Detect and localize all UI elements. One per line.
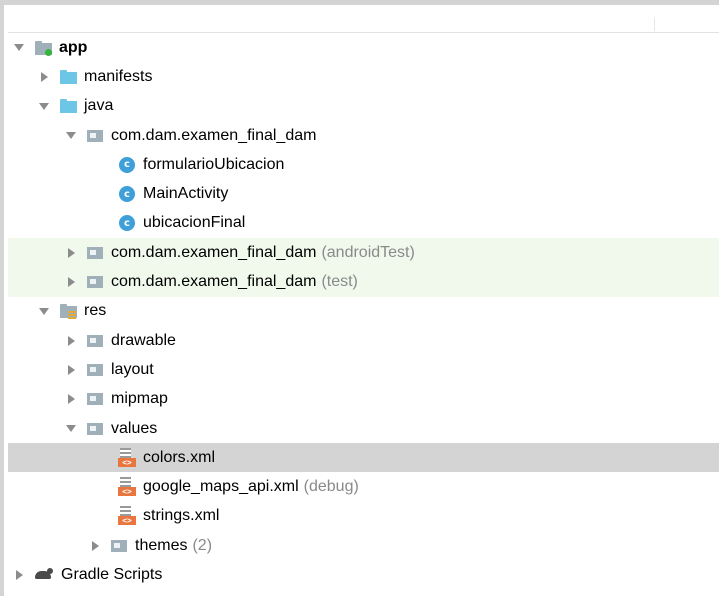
chevron-right-icon[interactable]	[90, 541, 100, 551]
tree-node-label: themes	[135, 536, 188, 554]
tree-node-label: com.dam.examen_final_dam	[111, 273, 317, 291]
tree-node-mipmap[interactable]: mipmap	[8, 385, 719, 414]
chevron-down-icon[interactable]	[66, 131, 76, 141]
tree-node-res[interactable]: res	[8, 297, 719, 326]
package-icon	[86, 245, 104, 261]
chevron-down-icon[interactable]	[39, 101, 49, 111]
folder-icon	[86, 421, 104, 437]
tree-node-label: formularioUbicacion	[143, 155, 285, 173]
tree-node-label: ubicacionFinal	[143, 214, 246, 232]
tree-node-class-formularioUbicacion[interactable]: c formularioUbicacion	[8, 150, 719, 179]
tree-node-label: com.dam.examen_final_dam	[111, 126, 317, 144]
project-panel: app manifests java com.dam.examen_final_…	[0, 0, 719, 596]
chevron-down-icon[interactable]	[39, 306, 49, 316]
chevron-right-icon[interactable]	[66, 365, 76, 375]
tree-node-java[interactable]: java	[8, 92, 719, 121]
tree-node-label: colors.xml	[143, 448, 216, 466]
tree-node-label: java	[84, 97, 114, 115]
tree-node-label: MainActivity	[143, 185, 229, 203]
folder-icon	[86, 362, 104, 378]
tree-node-label: google_maps_api.xml	[143, 478, 299, 496]
chevron-right-icon[interactable]	[66, 394, 76, 404]
tree-node-hint: (2)	[192, 536, 213, 554]
class-icon: c	[119, 186, 135, 203]
tree-node-package-test[interactable]: com.dam.examen_final_dam (test)	[8, 267, 719, 297]
tree-node-package-main[interactable]: com.dam.examen_final_dam	[8, 121, 719, 150]
tree-node-label: com.dam.examen_final_dam	[111, 243, 317, 261]
chevron-right-icon[interactable]	[66, 277, 76, 287]
tree-node-label: mipmap	[111, 390, 168, 408]
tree-node-label: manifests	[84, 67, 153, 85]
tree-node-google-maps-xml[interactable]: <> google_maps_api.xml (debug)	[8, 472, 719, 501]
tree-node-values[interactable]: values	[8, 414, 719, 443]
chevron-right-icon[interactable]	[66, 248, 76, 258]
folder-icon	[110, 538, 128, 554]
tree-node-app[interactable]: app	[8, 33, 719, 62]
tree-node-drawable[interactable]: drawable	[8, 326, 719, 355]
panel-header	[8, 10, 719, 33]
tree-node-manifests[interactable]: manifests	[8, 62, 719, 91]
folder-icon	[86, 391, 104, 407]
tree-node-label: Gradle Scripts	[61, 565, 163, 583]
chevron-right-icon[interactable]	[39, 72, 49, 82]
tree-node-hint: (debug)	[303, 478, 359, 496]
tree-node-label: values	[111, 419, 158, 437]
chevron-down-icon[interactable]	[14, 43, 24, 53]
tree-node-label: app	[59, 38, 88, 56]
tree-node-strings-xml[interactable]: <> strings.xml	[8, 502, 719, 531]
gradle-elephant-icon	[34, 567, 54, 582]
xml-file-icon: <>	[118, 477, 136, 497]
chevron-right-icon[interactable]	[14, 570, 24, 580]
package-icon	[86, 274, 104, 290]
class-icon: c	[119, 215, 135, 232]
tree-node-label: strings.xml	[143, 507, 220, 525]
folder-icon	[86, 333, 104, 349]
package-icon	[86, 128, 104, 144]
tree-node-label: res	[84, 302, 107, 320]
tree-node-label: drawable	[111, 331, 176, 349]
tree-node-themes[interactable]: themes (2)	[8, 531, 719, 560]
tree-node-hint: (test)	[321, 273, 358, 291]
tree-node-package-androidtest[interactable]: com.dam.examen_final_dam (androidTest)	[8, 238, 719, 268]
chevron-down-icon[interactable]	[66, 424, 76, 434]
app-module-icon	[34, 40, 52, 56]
tree-node-class-ubicacionFinal[interactable]: c ubicacionFinal	[8, 209, 719, 238]
xml-file-icon: <>	[118, 447, 136, 468]
xml-file-icon: <>	[118, 506, 136, 526]
tree-node-hint: (androidTest)	[321, 243, 415, 261]
folder-icon	[59, 98, 77, 114]
folder-icon	[59, 69, 77, 85]
tree-node-label: layout	[111, 360, 154, 378]
tree-node-colors-xml[interactable]: <> colors.xml	[8, 443, 719, 473]
tree-node-layout[interactable]: layout	[8, 355, 719, 384]
tree-node-class-MainActivity[interactable]: c MainActivity	[8, 179, 719, 208]
class-icon: c	[119, 156, 135, 173]
tree-node-gradle-scripts[interactable]: Gradle Scripts	[8, 560, 719, 589]
chevron-right-icon[interactable]	[66, 336, 76, 346]
project-tree: app manifests java com.dam.examen_final_…	[8, 33, 719, 590]
resource-folder-icon	[59, 303, 77, 320]
